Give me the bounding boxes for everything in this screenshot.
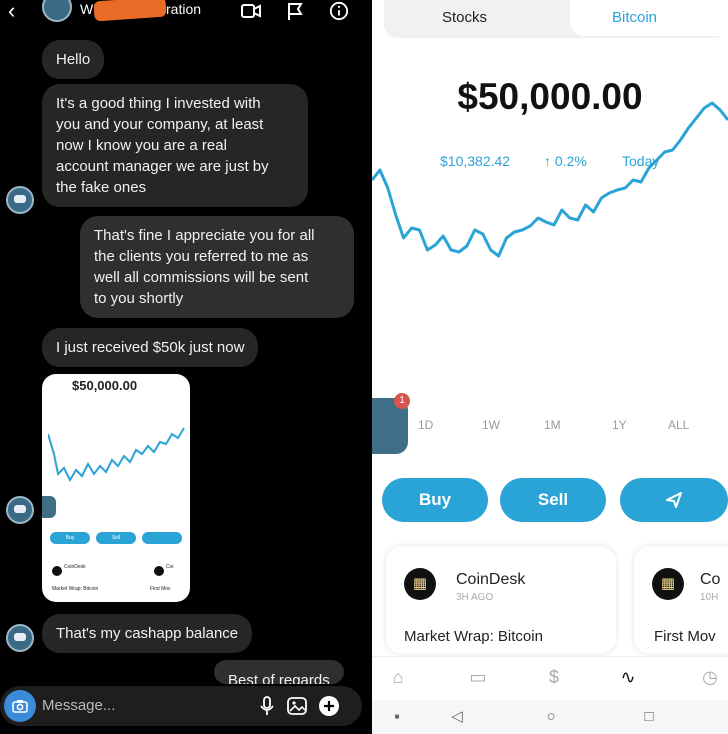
message-line: account manager we are just by [56,158,269,175]
news-source: CoinDesk [456,571,526,588]
message-bubble-incoming[interactable]: It's a good thing I invested with you an… [42,84,308,207]
coindesk-logo-icon: ▦ [652,568,684,600]
thumbnail-news-source: CoinDesk [64,564,86,570]
message-bubble-incoming[interactable]: That's my cashapp balance [42,614,253,653]
message-bubble-incoming[interactable]: I just received $50k just now [42,328,259,367]
thumbnail-news-logo [52,566,62,576]
thumbnail-news-headline: Market Wrap: Bitcoin [52,586,99,592]
message-line: the clients you referred to me as [94,248,309,265]
activity-icon[interactable]: ◷ [698,666,722,688]
range-all[interactable]: ALL [668,418,689,432]
thumbnail-chart [48,427,185,483]
message-line: you and your company, at least [56,116,264,133]
microphone-icon[interactable] [256,695,278,717]
investing-icon[interactable]: ∿ [616,666,640,688]
news-card[interactable]: ▦ Co 10H First Mov [634,546,728,654]
cash-app-screen: Stocks Bitcoin $50,000.00 $10,382.42 ↑ 0… [372,0,728,734]
send-icon [666,492,682,508]
coindesk-logo-icon: ▦ [404,568,436,600]
message-line: That's fine I appreciate you for all [94,227,315,244]
thumbnail-news-headline: First Mov [150,586,171,592]
message-bubble-outgoing[interactable]: That's fine I appreciate you for all the… [80,216,354,318]
price-line [372,101,728,258]
back-icon[interactable]: ‹ [8,0,15,22]
contact-name-start: W [80,1,94,17]
news-headline: Market Wrap: Bitcoin [404,628,543,645]
message-bubble-outgoing[interactable]: Best of regards [214,660,344,684]
thumbnail-buy-button: Buy [50,532,90,544]
card-icon[interactable]: ▭ [466,666,490,688]
sell-button[interactable]: Sell [500,478,606,522]
info-icon[interactable] [328,1,350,21]
bottom-nav: ⌂ ▭ $ ∿ ◷ [372,656,728,696]
contact-name[interactable]: W ration [80,0,220,22]
thumbnail-news-source: Coi [166,564,174,570]
message-line: now I know you are a real [56,137,227,154]
message-bubble-incoming[interactable]: Hello [42,40,105,79]
thumbnail-sell-button: Sell [96,532,136,544]
range-1d[interactable]: 1D [418,418,433,432]
thumbnail-balance: $50,000.00 [72,378,138,393]
message-line: the fake ones [56,179,147,196]
message-input[interactable]: Message... [42,697,115,714]
news-card[interactable]: ▦ CoinDesk 3H AGO Market Wrap: Bitcoin [386,546,616,654]
chat-header: ‹ W ration [0,0,372,26]
bitcoin-price-chart[interactable] [372,0,728,400]
gallery-icon[interactable] [286,695,308,717]
chat-panel: ‹ W ration Hello It's a good thing I inv… [0,0,372,734]
message-line: to you shortly [94,290,184,307]
thumbnail-news-logo [154,566,164,576]
add-icon[interactable] [318,695,340,717]
notification-badge: 1 [394,393,410,409]
message-composer[interactable]: Message... [0,686,362,726]
contact-name-end: ration [166,1,202,17]
contact-avatar[interactable] [42,0,72,22]
range-1y[interactable]: 1Y [612,418,627,432]
dollar-icon[interactable]: $ [542,666,566,688]
camera-icon[interactable] [4,690,36,722]
video-call-icon[interactable] [240,1,262,21]
thumbnail-send-button [142,532,182,544]
contact-avatar-small[interactable] [6,624,34,652]
menu-dot-icon[interactable]: ■ [388,708,406,726]
home-nav-icon[interactable]: ○ [542,708,560,726]
news-source: Co [700,571,721,588]
news-headline: First Mov [654,628,716,645]
thumbnail-avatar [42,496,56,518]
recents-nav-icon[interactable]: □ [640,708,658,726]
message-line: Best of regards [228,672,330,684]
news-age: 10H [700,592,719,603]
contact-avatar-small[interactable] [6,186,34,214]
redaction-scribble [93,0,167,22]
system-navigation-bar: ■ ◁ ○ □ [372,700,728,734]
range-1m[interactable]: 1M [544,418,561,432]
flag-icon[interactable] [284,1,306,21]
message-line: It's a good thing I invested with [56,95,261,112]
news-age: 3H AGO [456,592,494,603]
range-1w[interactable]: 1W [482,418,500,432]
back-nav-icon[interactable]: ◁ [448,708,466,726]
contact-avatar-small[interactable] [6,496,34,524]
send-button[interactable] [620,478,728,522]
buy-button[interactable]: Buy [382,478,488,522]
message-line: well all commissions will be sent [94,269,309,286]
shared-screenshot-thumbnail[interactable]: $50,000.00 Buy Sell CoinDesk Market Wrap… [42,374,190,602]
banking-icon[interactable]: ⌂ [386,666,410,688]
